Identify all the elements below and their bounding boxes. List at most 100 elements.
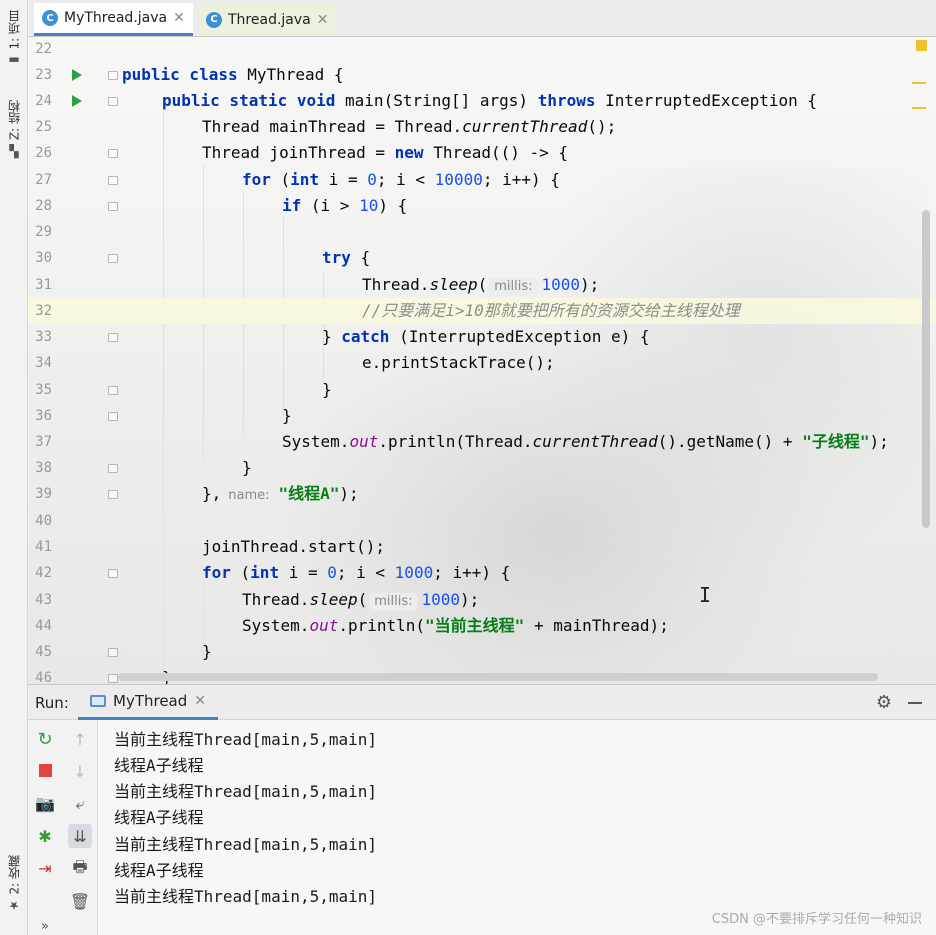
fold-icon[interactable] [108,464,118,473]
camera-icon[interactable]: 📷 [33,791,57,815]
code-line: 26 Thread joinThread = new Thread(() -> … [28,140,936,166]
code-text: }, name: "线程A"); [202,484,359,505]
code-line: 39 }, name: "线程A"); [28,481,936,507]
debug-icon[interactable]: ✱ [33,824,57,848]
structure-tool-tab[interactable]: ▚ Z: 结构 [4,100,24,158]
error-stripe-marker[interactable] [912,82,926,84]
error-stripe-marker[interactable] [912,107,926,109]
console-line: 当前主线程Thread[main,5,main] [114,782,378,801]
horizontal-scrollbar[interactable] [118,673,878,681]
line-number: 23 [35,67,52,83]
code-line: 43 Thread.sleep(millis: 1000); [28,587,936,613]
minimize-icon[interactable] [908,702,922,704]
fold-icon[interactable] [108,176,118,185]
code-text: System.out.println(Thread.currentThread(… [282,432,889,451]
line-number: 27 [35,172,52,188]
fold-icon[interactable] [108,648,118,657]
tab-mythread-java[interactable]: C MyThread.java ✕ [34,3,193,36]
line-number: 45 [35,644,52,660]
code-editor[interactable]: 22 23 public class MyThread { 24 public … [28,37,936,684]
inspection-status-icon[interactable] [916,40,927,51]
fold-icon[interactable] [108,202,118,211]
fold-icon[interactable] [108,254,118,263]
fold-icon[interactable] [108,569,118,578]
more-icon[interactable]: » [33,914,57,935]
code-text: System.out.println("当前主线程" + mainThread)… [242,616,669,635]
fold-icon[interactable] [108,333,118,342]
line-number: 25 [35,119,52,135]
code-line: 29 [28,219,936,245]
arrow-up-icon[interactable]: ↑ [68,727,92,751]
code-line: 42 for (int i = 0; i < 1000; i++) { [28,560,936,586]
console-output[interactable]: 当前主线程Thread[main,5,main] 线程A子线程 当前主线程Thr… [98,720,936,935]
line-number: 28 [35,198,52,214]
print-icon[interactable]: 🖶 [68,857,92,881]
fold-icon[interactable] [108,490,118,499]
code-line: 38 } [28,455,936,481]
code-line-current: 32 //只要满足i>10那就要把所有的资源交给主线程处理 [28,298,936,324]
favorites-tool-tab[interactable]: ★ 2: 收藏 [4,855,24,913]
run-panel-header: Run: MyThread ✕ ⚙ [28,684,936,720]
code-comment: //只要满足i>10那就要把所有的资源交给主线程处理 [362,301,740,320]
close-icon[interactable]: ✕ [194,693,206,709]
left-tool-strip: ▬ 1: 项目 ▚ Z: 结构 ★ 2: 收藏 [0,0,28,935]
class-icon: C [206,11,222,28]
code-text: joinThread.start(); [202,537,386,556]
console-line: 当前主线程Thread[main,5,main] [114,887,378,906]
tab-thread-java[interactable]: C Thread.java ✕ [198,3,337,36]
tab-label: MyThread.java [64,10,168,26]
exit-icon[interactable]: ⇥ [33,856,57,880]
line-number: 36 [35,408,52,424]
line-number: 41 [35,539,52,555]
star-icon: ★ [8,898,20,913]
vertical-scrollbar[interactable] [922,210,930,528]
code-line: 30 try { [28,245,936,271]
favorites-tool-label: 2: 收藏 [7,855,22,895]
run-gutter-icon[interactable] [72,69,82,81]
line-number: 24 [35,93,52,109]
stop-icon[interactable] [33,758,57,782]
code-text: } catch (InterruptedException e) { [322,327,650,346]
line-number: 39 [35,486,52,502]
trash-icon[interactable]: 🗑 [68,889,92,913]
close-icon[interactable]: ✕ [173,10,185,26]
fold-icon[interactable] [108,386,118,395]
gear-icon[interactable]: ⚙ [876,692,892,713]
parameter-hint: millis: [489,278,538,296]
code-line: 33 } catch (InterruptedException e) { [28,324,936,350]
arrow-down-icon[interactable]: ↓ [68,759,92,783]
code-line: 27 for (int i = 0; i < 10000; i++) { [28,167,936,193]
code-text: for (int i = 0; i < 10000; i++) { [242,170,560,189]
class-icon: C [42,10,58,26]
line-number: 22 [35,41,52,57]
editor-tab-bar: C MyThread.java ✕ C Thread.java ✕ [28,0,936,37]
run-toolbar-primary: ↻ 📷 ✱ ⇥ » [28,720,62,935]
tab-label: Thread.java [228,11,311,28]
fold-icon[interactable] [108,674,118,683]
fold-icon[interactable] [108,412,118,421]
text-cursor-icon: I [699,583,712,607]
close-icon[interactable]: ✕ [317,12,329,28]
fold-icon[interactable] [108,71,118,80]
fold-icon[interactable] [108,97,118,106]
fold-icon[interactable] [108,149,118,158]
code-text: for (int i = 0; i < 1000; i++) { [202,563,511,582]
run-toolbar-secondary: ↑ ↓ ⤶ ⇊ 🖶 🗑 [62,720,98,935]
code-text: } [322,380,332,399]
scroll-to-end-icon[interactable]: ⇊ [68,824,92,848]
run-tab-mythread[interactable]: MyThread ✕ [78,685,219,720]
run-gutter-icon[interactable] [72,95,82,107]
watermark: CSDN @不要排斥学习任何一种知识 [711,912,922,927]
project-tool-tab[interactable]: ▬ 1: 项目 [4,10,24,68]
code-line: 45 } [28,639,936,665]
rerun-icon[interactable]: ↻ [33,727,57,751]
code-line: 35 } [28,377,936,403]
soft-wrap-icon[interactable]: ⤶ [68,792,92,816]
code-text: Thread joinThread = new Thread(() -> { [202,143,569,162]
code-text: e.printStackTrace(); [362,353,555,372]
code-line: 28 if (i > 10) { [28,193,936,219]
code-line: 23 public class MyThread { [28,62,936,88]
console-icon [90,695,106,707]
line-number: 34 [35,355,52,371]
code-line: 37 System.out.println(Thread.currentThre… [28,429,936,455]
